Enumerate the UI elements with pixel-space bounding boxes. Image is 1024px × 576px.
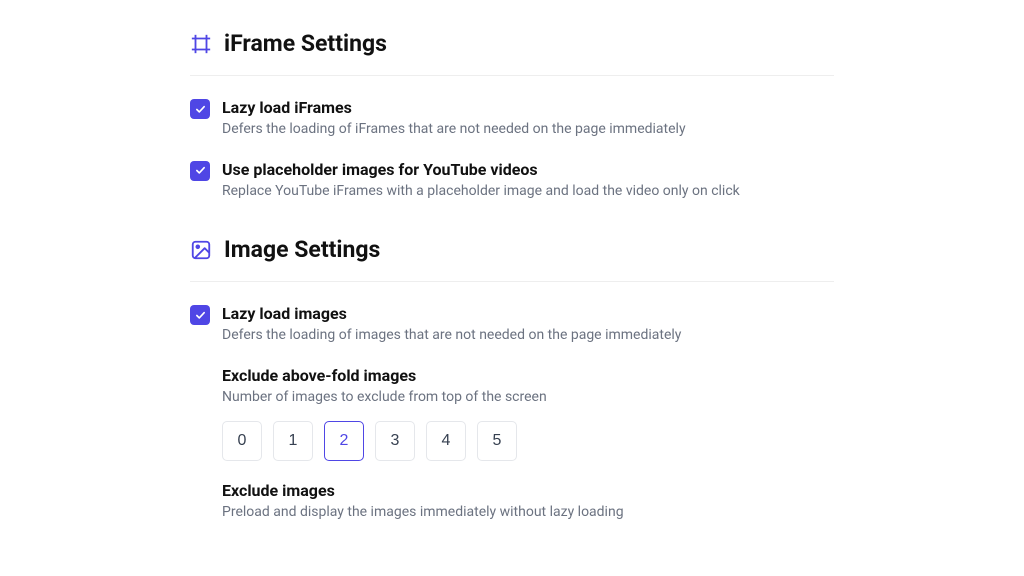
check-icon [194, 164, 207, 177]
lazy-load-iframes-row: Lazy load iFrames Defers the loading of … [190, 98, 834, 140]
frame-icon [190, 33, 212, 55]
exclude-option-2[interactable]: 2 [324, 421, 364, 461]
exclude-above-fold-setting: Exclude above-fold images Number of imag… [222, 366, 834, 462]
exclude-option-1[interactable]: 1 [273, 421, 313, 461]
setting-content: Use placeholder images for YouTube video… [222, 160, 834, 202]
exclude-count-radio-group: 0 1 2 3 4 5 [222, 421, 834, 461]
lazy-load-images-row: Lazy load images Defers the loading of i… [190, 304, 834, 346]
exclude-images-label: Exclude images [222, 481, 834, 500]
iframe-section-title: iFrame Settings [224, 30, 387, 57]
youtube-placeholder-row: Use placeholder images for YouTube video… [190, 160, 834, 202]
youtube-placeholder-desc: Replace YouTube iFrames with a placehold… [222, 182, 834, 202]
lazy-load-images-checkbox[interactable] [190, 305, 210, 325]
setting-content: Lazy load images Defers the loading of i… [222, 304, 834, 346]
exclude-images-desc: Preload and display the images immediate… [222, 503, 834, 523]
youtube-placeholder-label: Use placeholder images for YouTube video… [222, 160, 834, 179]
lazy-load-images-desc: Defers the loading of images that are no… [222, 326, 834, 346]
exclude-option-5[interactable]: 5 [477, 421, 517, 461]
check-icon [194, 309, 207, 322]
lazy-load-iframes-label: Lazy load iFrames [222, 98, 834, 117]
exclude-images-setting: Exclude images Preload and display the i… [222, 481, 834, 523]
exclude-above-fold-label: Exclude above-fold images [222, 366, 834, 385]
exclude-option-3[interactable]: 3 [375, 421, 415, 461]
setting-content: Lazy load iFrames Defers the loading of … [222, 98, 834, 140]
youtube-placeholder-checkbox[interactable] [190, 161, 210, 181]
iframe-section-header: iFrame Settings [190, 30, 834, 76]
exclude-above-fold-desc: Number of images to exclude from top of … [222, 388, 834, 408]
lazy-load-iframes-desc: Defers the loading of iFrames that are n… [222, 120, 834, 140]
image-icon [190, 239, 212, 261]
exclude-option-4[interactable]: 4 [426, 421, 466, 461]
exclude-option-0[interactable]: 0 [222, 421, 262, 461]
check-icon [194, 103, 207, 116]
image-section-title: Image Settings [224, 236, 380, 263]
image-section-header: Image Settings [190, 236, 834, 282]
lazy-load-images-label: Lazy load images [222, 304, 834, 323]
lazy-load-iframes-checkbox[interactable] [190, 99, 210, 119]
